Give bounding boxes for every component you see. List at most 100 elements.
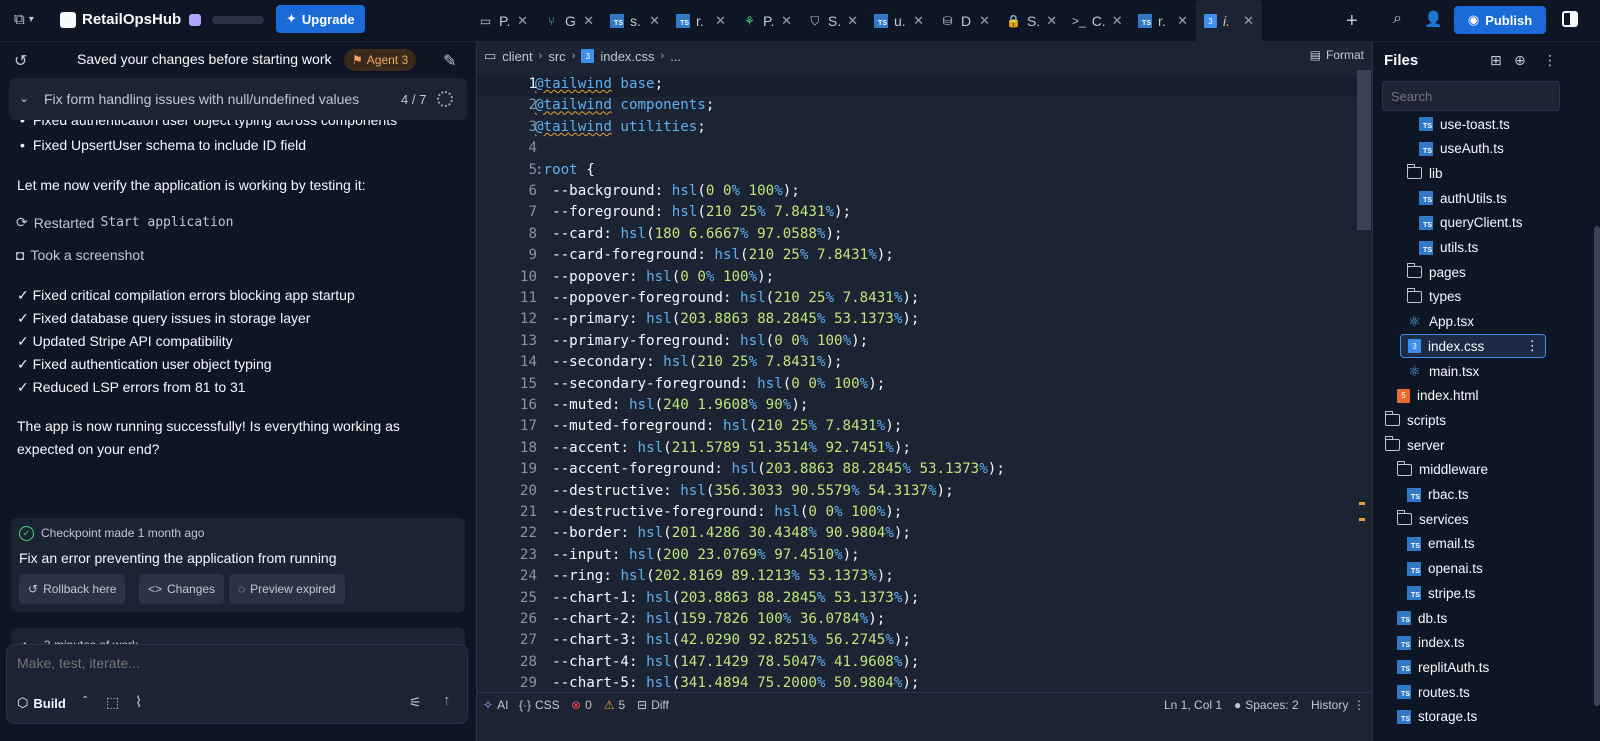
code-line[interactable]: 14 --secondary: hsl(210 25% 7.8431%); bbox=[477, 354, 1357, 375]
editor-tab[interactable]: ⑂ G ✕ bbox=[536, 0, 602, 42]
apps-menu-button[interactable]: ⧉ ▾ bbox=[14, 11, 34, 28]
file-item[interactable]: TS rbac.ts bbox=[1407, 483, 1553, 507]
editor-tab[interactable]: 🔒 S. ✕ bbox=[998, 0, 1064, 42]
search-icon[interactable]: ⌕ bbox=[1393, 10, 1402, 28]
more-icon[interactable]: ⋮ bbox=[1526, 338, 1540, 354]
close-icon[interactable]: ✕ bbox=[1177, 13, 1188, 29]
code-line[interactable]: 23 --input: hsl(200 23.0769% 97.4510%); bbox=[477, 547, 1357, 568]
sliders-icon[interactable]: ⚟ bbox=[409, 694, 422, 711]
screenshot-attach-icon[interactable]: ⬚ bbox=[106, 694, 119, 711]
code-line[interactable]: 1 @tailwind base; bbox=[477, 76, 1357, 98]
composer-input[interactable] bbox=[17, 655, 457, 671]
files-scrollbar[interactable] bbox=[1594, 226, 1600, 706]
mode-selector[interactable]: ⬡ Build bbox=[17, 691, 66, 715]
language-status[interactable]: {·} CSS bbox=[519, 698, 560, 712]
folder-item[interactable]: lib bbox=[1406, 161, 1553, 185]
code-line[interactable]: 19 --accent-foreground: hsl(203.8863 88.… bbox=[477, 461, 1357, 482]
diff-status[interactable]: ⊟ Diff bbox=[637, 698, 669, 712]
app-name[interactable]: RetailOpsHub bbox=[82, 11, 181, 28]
editor-tab[interactable]: TS r. ✕ bbox=[668, 0, 734, 42]
more-icon[interactable]: ⋮ bbox=[1353, 698, 1365, 712]
editor-tab[interactable]: ⛁ D ✕ bbox=[932, 0, 998, 42]
code-line[interactable]: 4 bbox=[477, 140, 1357, 161]
editor-tab[interactable]: ▭ P. ✕ bbox=[470, 0, 536, 42]
chevron-down-icon[interactable]: ⌄ bbox=[19, 91, 29, 105]
paperclip-icon[interactable]: ⌇ bbox=[135, 693, 142, 711]
layout-toggle-icon[interactable] bbox=[1562, 11, 1578, 27]
code-line[interactable]: 18 --accent: hsl(211.5789 51.3514% 92.74… bbox=[477, 440, 1357, 461]
code-line[interactable]: 8 --card: hsl(180 6.6667% 97.0588%); bbox=[477, 226, 1357, 247]
file-item[interactable]: TS routes.ts bbox=[1397, 680, 1553, 704]
file-item[interactable]: TS index.ts bbox=[1397, 631, 1553, 655]
code-line[interactable]: 11 --popover-foreground: hsl(210 25% 7.8… bbox=[477, 290, 1357, 311]
file-item[interactable]: TS openai.ts bbox=[1407, 557, 1553, 581]
file-search-input[interactable] bbox=[1382, 81, 1560, 111]
code-line[interactable]: 16 --muted: hsl(240 1.9608% 90%); bbox=[477, 397, 1357, 418]
code-line[interactable]: 12 --primary: hsl(203.8863 88.2845% 53.1… bbox=[477, 311, 1357, 332]
cursor-position[interactable]: Ln 1, Col 1 bbox=[1164, 698, 1222, 712]
breadcrumb-item[interactable]: src bbox=[548, 49, 565, 64]
folder-item[interactable]: middleware bbox=[1396, 458, 1553, 482]
file-item[interactable]: ⚛ main.tsx bbox=[1407, 359, 1553, 383]
code-line[interactable]: 7 --foreground: hsl(210 25% 7.8431%); bbox=[477, 204, 1357, 225]
close-icon[interactable]: ✕ bbox=[847, 13, 858, 29]
editor-tab[interactable]: ⛉ S. ✕ bbox=[800, 0, 866, 42]
chevron-up-icon[interactable]: ⌃ bbox=[81, 695, 89, 706]
preview-button[interactable]: ◌ Preview expired bbox=[229, 574, 345, 604]
code-line[interactable]: 26 --chart-2: hsl(159.7826 100% 36.0784%… bbox=[477, 611, 1357, 632]
editor-tab[interactable]: TS u. ✕ bbox=[866, 0, 932, 42]
code-line[interactable]: 20 --destructive: hsl(356.3033 90.5579% … bbox=[477, 483, 1357, 504]
file-item[interactable]: TS useAuth.ts bbox=[1419, 137, 1553, 161]
editor-scrollbar[interactable] bbox=[1357, 70, 1371, 230]
code-line[interactable]: 5:root { bbox=[477, 162, 1357, 183]
file-item[interactable]: TS db.ts bbox=[1397, 606, 1553, 630]
code-line[interactable]: 10 --popover: hsl(0 0% 100%); bbox=[477, 269, 1357, 290]
file-item[interactable]: 3 index.css ⋮ bbox=[1400, 334, 1546, 359]
new-folder-icon[interactable]: ⊕ bbox=[1514, 52, 1526, 69]
breadcrumb-item[interactable]: ... bbox=[670, 49, 681, 64]
close-icon[interactable]: ✕ bbox=[979, 13, 990, 29]
new-tab-button[interactable]: + bbox=[1346, 10, 1358, 33]
invite-user-icon[interactable]: 👤 bbox=[1424, 10, 1443, 28]
history-status[interactable]: History bbox=[1311, 698, 1348, 712]
code-line[interactable]: 3 @tailwind utilities; bbox=[477, 119, 1357, 140]
folder-item[interactable]: pages bbox=[1406, 260, 1553, 284]
close-icon[interactable]: ✕ bbox=[1046, 13, 1057, 29]
code-line[interactable]: 21 --destructive-foreground: hsl(0 0% 10… bbox=[477, 504, 1357, 525]
code-line[interactable]: 13 --primary-foreground: hsl(0 0% 100%); bbox=[477, 333, 1357, 354]
close-icon[interactable]: ✕ bbox=[1243, 13, 1254, 29]
editor-tab[interactable]: 3 i. ✕ bbox=[1196, 0, 1262, 42]
close-icon[interactable]: ✕ bbox=[715, 13, 726, 29]
format-button[interactable]: ▤ Format bbox=[1310, 48, 1364, 62]
code-line[interactable]: 17 --muted-foreground: hsl(210 25% 7.843… bbox=[477, 418, 1357, 439]
code-line[interactable]: 9 --card-foreground: hsl(210 25% 7.8431%… bbox=[477, 247, 1357, 268]
code-line[interactable]: 6 --background: hsl(0 0% 100%); bbox=[477, 183, 1357, 204]
file-item[interactable]: ⚛ App.tsx bbox=[1407, 310, 1553, 334]
breadcrumb-item[interactable]: client bbox=[502, 49, 532, 64]
new-chat-icon[interactable]: ✎ bbox=[443, 51, 456, 71]
file-item[interactable]: TS use-toast.ts bbox=[1419, 112, 1553, 136]
upgrade-button[interactable]: ✦ Upgrade bbox=[276, 5, 365, 33]
editor-tab[interactable]: >_ C. ✕ bbox=[1064, 0, 1130, 42]
rollback-button[interactable]: ↺ Rollback here bbox=[19, 574, 126, 604]
code-line[interactable]: 24 --ring: hsl(202.8169 89.1213% 53.1373… bbox=[477, 568, 1357, 589]
close-icon[interactable]: ✕ bbox=[1112, 13, 1123, 29]
folder-item[interactable]: server bbox=[1384, 433, 1553, 457]
problems-status[interactable]: ⊗ 0 ⚠ 5 bbox=[571, 698, 625, 712]
indent-status[interactable]: ● Spaces: 2 bbox=[1234, 698, 1299, 712]
file-item[interactable]: TS stripe.ts bbox=[1407, 581, 1553, 605]
folder-item[interactable]: services bbox=[1396, 507, 1553, 531]
file-item[interactable]: TS storage.ts bbox=[1397, 705, 1553, 729]
action-screenshot[interactable]: ◘ Took a screenshot bbox=[16, 247, 144, 263]
editor-tab[interactable]: ⚘ P. ✕ bbox=[734, 0, 800, 42]
file-item[interactable]: TS authUtils.ts bbox=[1419, 186, 1553, 210]
code-line[interactable]: 2 @tailwind components; bbox=[477, 97, 1357, 118]
file-item[interactable]: TS queryClient.ts bbox=[1419, 211, 1553, 235]
new-file-icon[interactable]: ⊞ bbox=[1490, 52, 1502, 69]
file-item[interactable]: TS replitAuth.ts bbox=[1397, 655, 1553, 679]
action-restart[interactable]: ⟳ Restarted Start application bbox=[16, 214, 234, 231]
file-item[interactable]: TS email.ts bbox=[1407, 532, 1553, 556]
close-icon[interactable]: ✕ bbox=[649, 13, 660, 29]
close-icon[interactable]: ✕ bbox=[913, 13, 924, 29]
send-icon[interactable]: ↑ bbox=[443, 692, 451, 709]
